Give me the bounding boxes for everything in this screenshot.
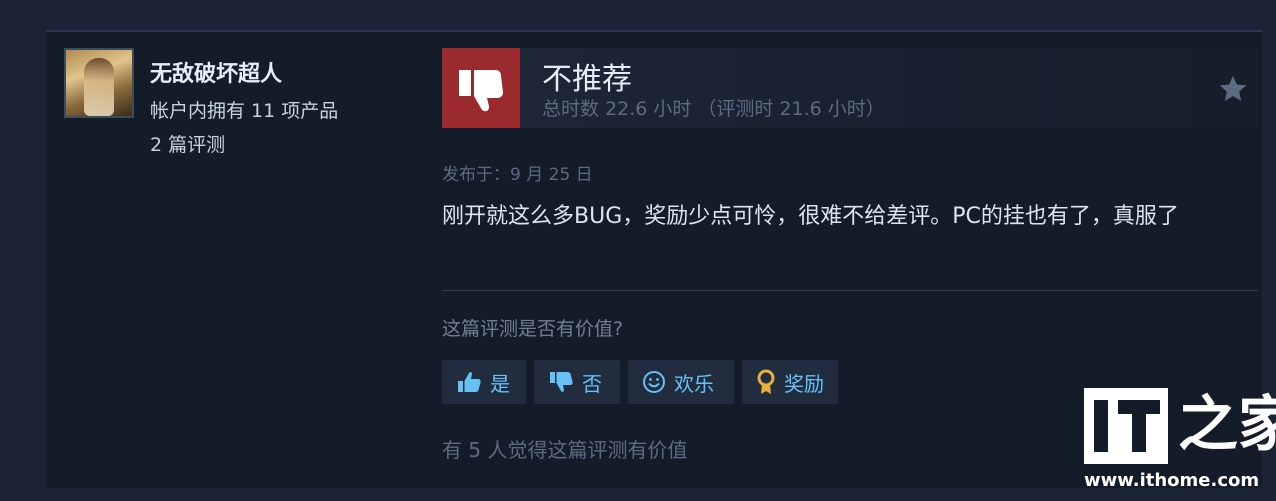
watermark-url: www.ithome.com (1084, 470, 1260, 491)
vote-no-label: 否 (582, 371, 602, 396)
vote-yes-label: 是 (490, 371, 510, 396)
award-button[interactable]: 奖励 (742, 360, 838, 404)
vote-funny-button[interactable]: 欢乐 (628, 360, 734, 404)
author-products-owned[interactable]: 帐户内拥有 11 项产品 (150, 96, 338, 123)
divider (442, 290, 1258, 291)
vote-yes-button[interactable]: 是 (442, 360, 526, 404)
posted-date: 发布于：9 月 25 日 (442, 165, 593, 185)
smiley-icon (642, 370, 666, 394)
verdict-title: 不推荐 (542, 62, 632, 97)
award-label: 奖励 (784, 371, 824, 396)
author-name[interactable]: 无敌破坏超人 (150, 56, 282, 88)
vote-no-button[interactable]: 否 (534, 360, 620, 404)
thumbs-down-small-icon (548, 370, 574, 394)
review-card: 无敌破坏超人 帐户内拥有 11 项产品 2 篇评测 不推荐 总时数 22.6 小… (46, 30, 1262, 488)
author-review-count[interactable]: 2 篇评测 (150, 130, 225, 157)
award-ribbon-icon (756, 369, 776, 395)
playtime-hours: 总时数 22.6 小时 （评测时 21.6 小时） (542, 98, 885, 120)
verdict-bar[interactable]: 不推荐 总时数 22.6 小时 （评测时 21.6 小时） (442, 48, 1258, 128)
helpful-count: 有 5 人觉得这篇评测有价值 (442, 438, 688, 462)
avatar-figure (84, 58, 114, 116)
star-icon[interactable] (1216, 72, 1250, 106)
thumbs-down-icon (442, 48, 520, 128)
helpful-question: 这篇评测是否有价值? (442, 318, 624, 340)
ithome-logo-glyph: 之家 (1178, 390, 1276, 460)
vote-funny-label: 欢乐 (674, 371, 714, 396)
thumbs-down-glyph (459, 70, 503, 112)
vote-buttons: 是 否 欢乐 奖励 (442, 360, 838, 404)
thumbs-up-icon (456, 370, 482, 394)
it-logo-block (1084, 388, 1168, 464)
review-text: 刚开就这么多BUG，奖励少点可怜，很难不给差评。PC的挂也有了，真服了 (442, 204, 1179, 229)
ithome-watermark: 之家 www.ithome.com (1082, 388, 1276, 494)
avatar[interactable] (64, 48, 134, 118)
